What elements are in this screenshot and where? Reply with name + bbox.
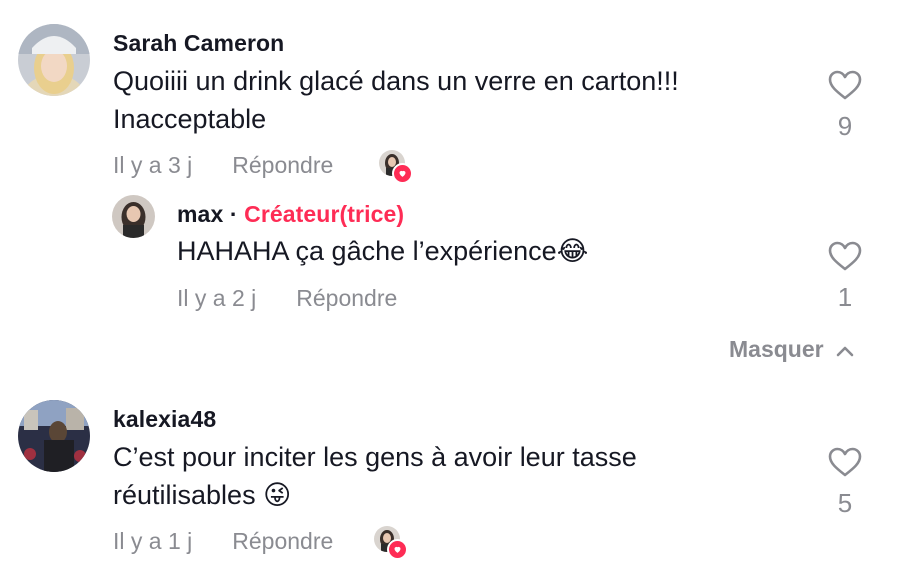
like-control: 5 <box>815 447 875 519</box>
like-control: 9 <box>815 70 875 142</box>
creator-badge: Créateur(trice) <box>244 201 405 227</box>
comment-timestamp: Il y a 1 j <box>113 528 193 554</box>
comment-username[interactable]: kalexia48 <box>113 406 216 433</box>
creator-liked-indicator <box>374 526 408 560</box>
comment-text: Quoiiii un drink glacé dans un verre en … <box>113 62 773 138</box>
chevron-up-icon <box>836 336 854 363</box>
separator: · <box>229 201 238 227</box>
reply-button[interactable]: Répondre <box>232 528 333 554</box>
heart-badge-icon <box>392 163 413 184</box>
comment-text: C’est pour inciter les gens à avoir leur… <box>113 438 773 514</box>
comment-meta: Il y a 1 j Répondre <box>113 528 333 555</box>
reply-text: HAHAHA ça gâche l’expérience😂 <box>177 236 589 266</box>
heart-outline-icon[interactable] <box>828 447 862 481</box>
avatar[interactable] <box>18 400 90 472</box>
creator-liked-indicator <box>379 150 413 184</box>
comment-meta: Il y a 3 j Répondre <box>113 152 333 179</box>
reply-button[interactable]: Répondre <box>232 152 333 178</box>
comment-text-line: C’est pour inciter les gens à avoir leur… <box>113 442 637 472</box>
hide-replies-button[interactable]: Masquer <box>729 336 854 363</box>
reply-like-control: 1 <box>815 241 875 313</box>
comments-panel: Sarah Cameron Quoiiii un drink glacé dan… <box>0 0 908 572</box>
reply-username-line: max · Créateur(trice) <box>177 201 404 228</box>
heart-outline-icon[interactable] <box>828 241 862 275</box>
like-count: 9 <box>837 111 853 141</box>
heart-outline-icon[interactable] <box>828 70 862 104</box>
comment-timestamp: Il y a 3 j <box>113 152 193 178</box>
comment-text-line: Inacceptable <box>113 104 267 134</box>
like-count: 5 <box>837 488 853 518</box>
like-count: 1 <box>837 282 853 312</box>
reply-avatar[interactable] <box>112 195 155 238</box>
reply-button[interactable]: Répondre <box>296 285 397 311</box>
comment-username[interactable]: Sarah Cameron <box>113 30 284 57</box>
reply-username[interactable]: max <box>177 201 223 227</box>
reply-timestamp: Il y a 2 j <box>177 285 257 311</box>
comment-text-line: Quoiiii un drink glacé dans un verre en … <box>113 66 679 96</box>
comment-text-line: réutilisables 😜 <box>113 480 292 510</box>
reply-meta: Il y a 2 j Répondre <box>177 285 397 312</box>
heart-badge-icon <box>387 539 408 560</box>
avatar[interactable] <box>18 24 90 96</box>
hide-replies-label: Masquer <box>729 336 824 362</box>
